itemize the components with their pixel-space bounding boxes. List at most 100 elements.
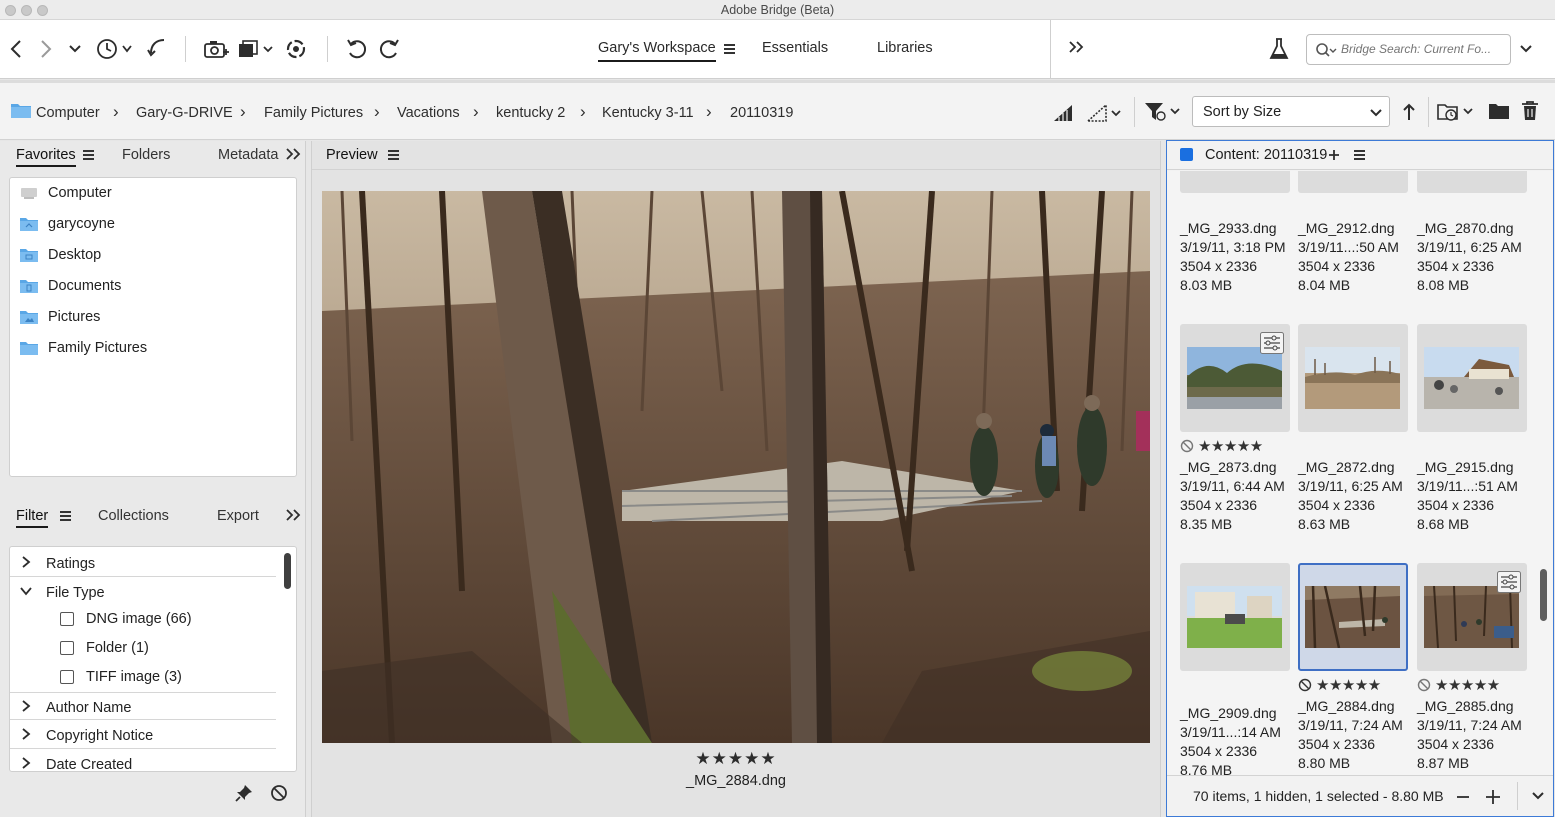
thumbnail[interactable] <box>1298 563 1408 671</box>
search-box[interactable] <box>1306 34 1511 65</box>
favorite-family-pictures[interactable]: Family Pictures <box>20 337 147 359</box>
add-tab-icon[interactable] <box>1328 149 1340 161</box>
tab-collections[interactable]: Collections <box>98 508 169 524</box>
view-options-chevron-icon[interactable] <box>1531 791 1545 801</box>
recent-dropdown-icon[interactable] <box>66 34 84 64</box>
quality-icon[interactable] <box>1052 103 1074 123</box>
favorite-computer[interactable]: Computer <box>20 182 112 204</box>
no-rating-icon[interactable] <box>1417 678 1431 692</box>
breadcrumb-vacations[interactable]: Vacations <box>397 105 460 121</box>
back-icon[interactable] <box>6 34 26 64</box>
trash-icon[interactable] <box>1520 100 1540 122</box>
sort-ascending-icon[interactable] <box>1401 102 1417 122</box>
tab-filter[interactable]: Filter <box>16 508 49 528</box>
breadcrumb-drive[interactable]: Gary-G-DRIVE <box>136 105 233 121</box>
tab-preview[interactable]: Preview <box>326 147 378 165</box>
breadcrumb-chevron-icon[interactable]: › <box>374 102 380 122</box>
filter-date-created[interactable]: Date Created <box>10 750 276 771</box>
more-panels-icon[interactable] <box>285 147 301 161</box>
item-meta: _MG_2870.dng 3/19/11, 6:25 AM 3504 x 233… <box>1417 219 1522 295</box>
camera-import-icon[interactable] <box>202 34 230 64</box>
favorite-label: Family Pictures <box>48 340 148 356</box>
content-scrollbar[interactable] <box>1540 569 1547 621</box>
no-rating-icon[interactable] <box>1180 439 1194 453</box>
reveal-icon[interactable] <box>146 34 168 64</box>
workspace-garys[interactable]: Gary's Workspace <box>598 40 716 62</box>
filter-menu-icon[interactable] <box>60 511 71 521</box>
thumbnail[interactable] <box>1180 171 1290 193</box>
item-rating[interactable]: ★★★★★ <box>1298 677 1381 694</box>
open-recent-icon[interactable] <box>1437 100 1477 122</box>
checkbox[interactable] <box>60 670 74 684</box>
thumbnail[interactable] <box>1417 324 1527 432</box>
item-rating[interactable]: ★★★★★ <box>1180 438 1263 455</box>
thumbnail[interactable] <box>1298 324 1408 432</box>
breadcrumb-chevron-icon[interactable]: › <box>473 102 479 122</box>
thumbnail[interactable] <box>1417 563 1527 671</box>
filter-copyright-notice[interactable]: Copyright Notice <box>10 721 276 749</box>
breadcrumb-chevron-icon[interactable]: › <box>240 102 246 122</box>
copy-stack-icon[interactable] <box>236 34 276 64</box>
refine-icon[interactable] <box>284 34 308 64</box>
new-folder-icon[interactable] <box>1488 101 1510 121</box>
preview-rating-stars[interactable]: ★★★★★ <box>312 749 1160 769</box>
thumbnail[interactable] <box>1180 324 1290 432</box>
zoom-out-icon[interactable] <box>1456 790 1470 804</box>
thumbnail[interactable] <box>1298 171 1408 193</box>
tab-favorites[interactable]: Favorites <box>16 147 76 167</box>
sort-select[interactable]: Sort by Size <box>1192 96 1390 127</box>
favorite-garycoyne[interactable]: garycoyne <box>20 213 115 235</box>
filter-dng-image[interactable]: DNG image (66) <box>60 606 192 632</box>
favorite-documents[interactable]: Documents <box>20 275 121 297</box>
pin-icon[interactable] <box>234 783 254 803</box>
clear-filter-icon[interactable] <box>270 784 288 802</box>
filter-folder[interactable]: Folder (1) <box>60 635 149 661</box>
breadcrumb-chevron-icon[interactable]: › <box>706 102 712 122</box>
tab-export[interactable]: Export <box>217 508 259 524</box>
favorite-desktop[interactable]: Desktop <box>20 244 101 266</box>
breadcrumb-kentucky-2[interactable]: kentucky 2 <box>496 105 565 121</box>
item-rating[interactable]: ★★★★★ <box>1417 677 1500 694</box>
breadcrumb-chevron-icon[interactable]: › <box>580 102 586 122</box>
breadcrumb-family-pictures[interactable]: Family Pictures <box>264 105 363 121</box>
breadcrumb-computer[interactable]: Computer <box>36 105 100 121</box>
favorite-pictures[interactable]: Pictures <box>20 306 100 328</box>
filter-tiff-image[interactable]: TIFF image (3) <box>60 664 182 690</box>
thumbnail[interactable] <box>1417 171 1527 193</box>
history-icon[interactable] <box>94 34 136 64</box>
filter-scrollbar[interactable] <box>284 553 291 589</box>
filter-items-icon[interactable] <box>1144 101 1184 123</box>
preview-image[interactable] <box>322 191 1150 743</box>
more-workspaces-icon[interactable] <box>1066 32 1086 62</box>
more-panels-icon[interactable] <box>285 508 301 522</box>
breadcrumb-kentucky-3-11[interactable]: Kentucky 3-11 <box>602 105 694 121</box>
preview-menu-icon[interactable] <box>388 150 399 160</box>
tab-metadata[interactable]: Metadata <box>218 147 278 163</box>
filter-author-name[interactable]: Author Name <box>10 692 276 720</box>
rotate-left-icon[interactable] <box>344 34 370 64</box>
no-rating-icon[interactable] <box>1298 678 1312 692</box>
workspace-libraries[interactable]: Libraries <box>877 40 933 56</box>
filter-panel: Ratings File Type DNG image (66) Folder … <box>9 546 297 772</box>
filter-ratings[interactable]: Ratings <box>10 549 276 577</box>
thumbnail[interactable] <box>1180 563 1290 671</box>
breadcrumb-20110319[interactable]: 20110319 <box>730 105 793 121</box>
content-menu-icon[interactable] <box>1354 150 1365 160</box>
filter-file-type[interactable]: File Type <box>10 578 276 606</box>
thumbnail-quality-icon[interactable] <box>1086 103 1126 123</box>
workspace-menu-icon[interactable] <box>724 44 735 54</box>
workspace-essentials[interactable]: Essentials <box>762 40 828 56</box>
zoom-in-icon[interactable] <box>1485 789 1501 805</box>
flask-icon[interactable] <box>1266 34 1292 64</box>
checkbox[interactable] <box>60 612 74 626</box>
checkbox[interactable] <box>60 641 74 655</box>
forward-icon[interactable] <box>36 34 56 64</box>
favorites-menu-icon[interactable] <box>83 150 94 160</box>
rotate-right-icon[interactable] <box>376 34 402 64</box>
content-grid: _MG_2933.dng 3/19/11, 3:18 PM 3504 x 233… <box>1167 171 1553 776</box>
search-options-chevron-icon[interactable] <box>1517 34 1535 64</box>
tab-folders[interactable]: Folders <box>122 147 170 163</box>
item-date: 3/19/11, 6:25 AM <box>1298 478 1403 494</box>
search-input[interactable] <box>1341 42 1506 56</box>
breadcrumb-chevron-icon[interactable]: › <box>113 102 119 122</box>
